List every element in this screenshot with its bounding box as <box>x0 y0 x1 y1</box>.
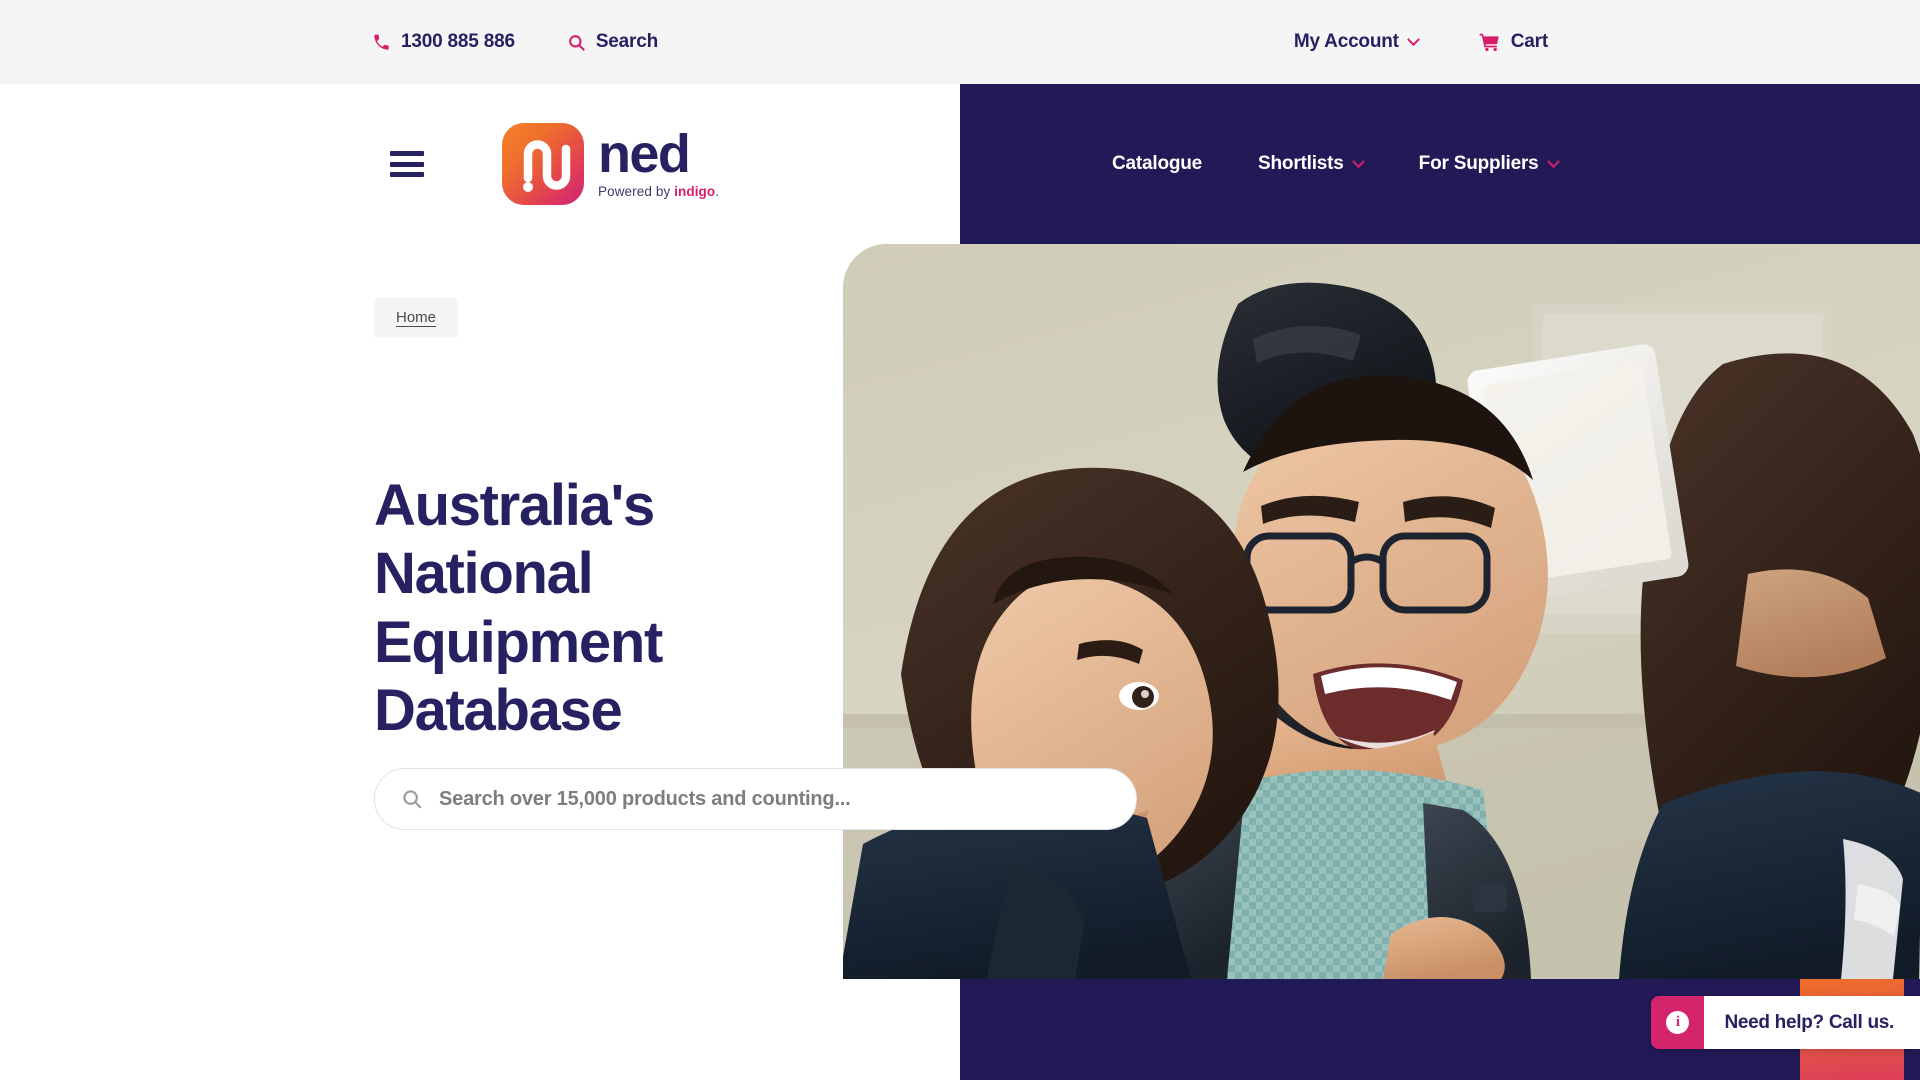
hero-search-input[interactable] <box>439 787 1110 811</box>
cart-link[interactable]: Cart <box>1478 31 1548 53</box>
hero-photo-illustration <box>843 244 1920 979</box>
breadcrumb-item-home[interactable]: Home <box>396 309 436 326</box>
logo-tagline: Powered by indigo. <box>598 184 719 199</box>
nav-item-for-suppliers[interactable]: For Suppliers <box>1418 153 1560 175</box>
chevron-down-icon <box>1406 32 1420 46</box>
logo-tagline-suffix: . <box>715 184 720 200</box>
chevron-down-icon <box>1351 154 1365 168</box>
topbar-search-link[interactable]: Search <box>567 31 658 53</box>
search-icon <box>401 788 423 810</box>
cart-label: Cart <box>1510 31 1548 52</box>
utility-topbar: 1300 885 886 Search My Account Cart <box>0 0 1920 84</box>
logo-tagline-brand: indigo <box>674 184 716 200</box>
topbar-search-label: Search <box>595 31 659 52</box>
site-header: ned Powered by indigo. <box>372 84 960 244</box>
nav-item-catalogue[interactable]: Catalogue <box>1112 153 1202 175</box>
search-icon <box>567 33 586 52</box>
need-help-label: Need help? Call us. <box>1704 996 1920 1049</box>
topbar-left-group: 1300 885 886 Search <box>372 0 658 84</box>
logo-wordmark: ned Powered by indigo. <box>598 123 719 199</box>
nav-item-label: Catalogue <box>1112 153 1203 174</box>
nav-item-label: For Suppliers <box>1418 153 1539 174</box>
hero-image <box>843 244 1920 979</box>
info-glyph: i <box>1666 1011 1690 1034</box>
chevron-down-icon <box>1546 154 1560 168</box>
phone-link[interactable]: 1300 885 886 <box>372 31 515 53</box>
page-title: Australia's National Equipment Database <box>374 473 663 744</box>
logo-text: ned <box>598 123 691 184</box>
hamburger-menu-icon[interactable] <box>390 151 424 177</box>
logo-tagline-prefix: Powered by <box>598 184 675 200</box>
topbar-right-group: My Account Cart <box>1294 0 1548 84</box>
site-logo[interactable]: ned Powered by indigo. <box>502 123 719 205</box>
info-icon: i <box>1651 996 1705 1049</box>
ned-monogram-icon <box>502 123 584 205</box>
cart-icon <box>1478 32 1501 53</box>
primary-nav: Catalogue Shortlists For Suppliers <box>960 84 1920 244</box>
phone-icon <box>372 33 391 52</box>
hero-search-box[interactable] <box>374 768 1137 830</box>
my-account-menu[interactable]: My Account <box>1293 31 1420 53</box>
phone-number: 1300 885 886 <box>401 31 515 52</box>
breadcrumb: Home <box>374 298 459 337</box>
primary-nav-band: Catalogue Shortlists For Suppliers <box>960 84 1920 244</box>
need-help-widget[interactable]: i Need help? Call us. <box>1651 996 1920 1049</box>
my-account-label: My Account <box>1293 31 1399 52</box>
nav-item-shortlists[interactable]: Shortlists <box>1258 153 1365 175</box>
page-root: Catalogue Shortlists For Suppliers 1300 … <box>0 0 1920 1080</box>
nav-item-label: Shortlists <box>1258 153 1344 174</box>
